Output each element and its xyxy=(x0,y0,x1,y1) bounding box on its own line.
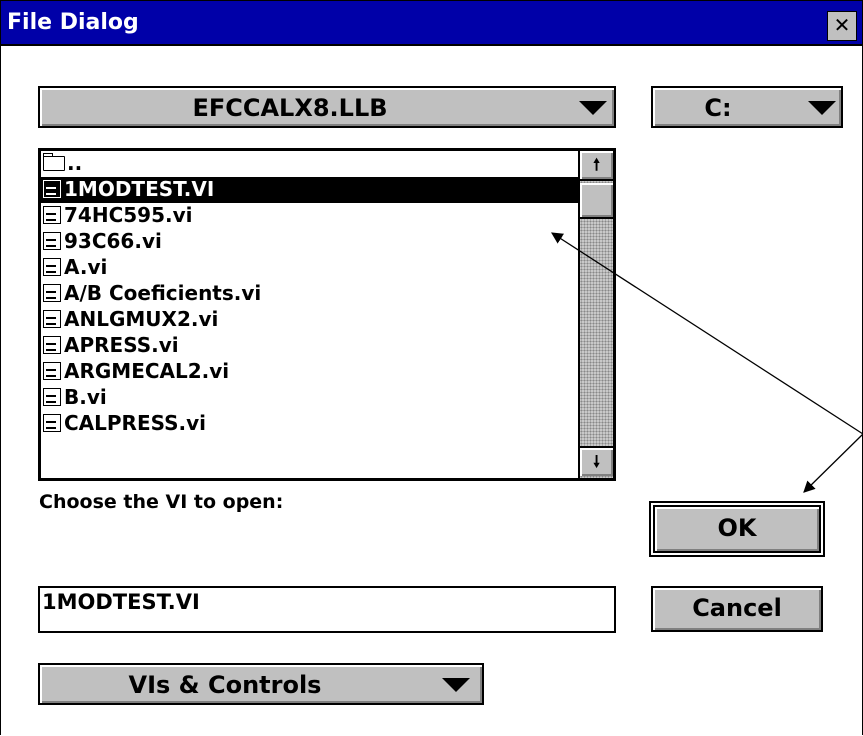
file-dialog-window: File Dialog ✕ EFCCALX8.LLB C: .. 1MODTES… xyxy=(0,0,863,736)
annotation-arrow-to-list xyxy=(551,232,863,435)
annotation-arrow-to-ok xyxy=(803,433,863,493)
annotation-arrows xyxy=(551,232,863,493)
